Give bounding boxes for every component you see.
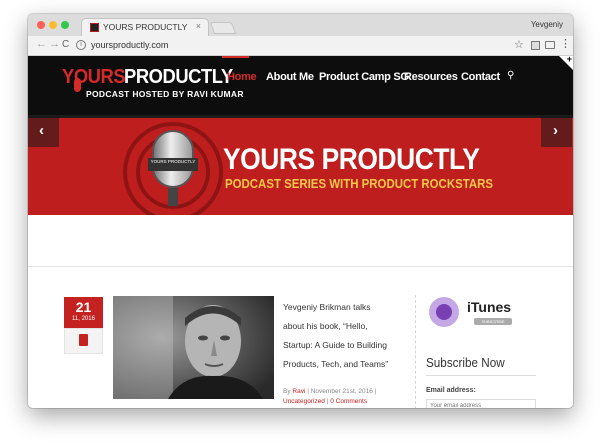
- tab-title: YOURS PRODUCTLY: [103, 22, 188, 32]
- chevron-left-icon[interactable]: ‹: [39, 122, 44, 139]
- close-window-button[interactable]: [37, 21, 45, 29]
- itunes-label[interactable]: iTunes: [467, 299, 511, 315]
- tab-strip: YOURS PRODUCTLY × Yevgeniy: [28, 14, 573, 36]
- sidebar-divider: [415, 295, 416, 408]
- nav-resources[interactable]: Resources: [404, 71, 458, 83]
- meta-author-link[interactable]: Ravi: [292, 388, 305, 395]
- forward-icon[interactable]: →: [49, 38, 60, 50]
- browser-menu-icon[interactable]: ⋮: [560, 37, 571, 50]
- logo-subtitle: PODCAST HOSTED BY RAVI KUMAR: [86, 89, 244, 99]
- nav-contact[interactable]: Contact: [461, 71, 500, 83]
- profile-name[interactable]: Yevgeniy: [531, 20, 563, 29]
- subscribe-divider: [426, 375, 536, 376]
- email-label: Email address:: [426, 387, 476, 394]
- favicon-icon: [90, 23, 99, 32]
- nav-about-me[interactable]: About Me: [266, 71, 314, 83]
- chevron-right-icon[interactable]: ›: [553, 122, 558, 139]
- hero-banner: YOURS PRODUCTLY YOURS PRODUCTLY PODCAST …: [28, 118, 573, 215]
- nav-product-camp-sg[interactable]: Product Camp SG: [319, 71, 409, 83]
- itunes-icon-center: [436, 304, 452, 320]
- browser-tab[interactable]: YOURS PRODUCTLY ×: [81, 18, 209, 36]
- meta-comments-link[interactable]: 0 Comments: [330, 398, 367, 405]
- post-date-month-year: 11, 2016: [72, 316, 95, 322]
- mic-stand: [168, 188, 178, 206]
- back-icon[interactable]: ←: [36, 38, 47, 50]
- address-bar[interactable]: yoursproductly.com: [91, 40, 168, 50]
- subscribe-heading: Subscribe Now: [426, 355, 505, 370]
- banner-title: YOURS PRODUCTLY: [223, 143, 480, 176]
- extension-icon[interactable]: [531, 41, 540, 50]
- new-tab-button[interactable]: [209, 22, 237, 34]
- page-viewport: YOURS PRODUCTLY PODCAST HOSTED BY RAVI K…: [28, 56, 573, 408]
- nav-home[interactable]: Home: [227, 71, 257, 83]
- nav-active-indicator: [222, 56, 249, 58]
- reload-icon[interactable]: C: [62, 39, 69, 50]
- site-header: YOURS PRODUCTLY PODCAST HOSTED BY RAVI K…: [28, 56, 573, 116]
- zoom-window-button[interactable]: [61, 21, 69, 29]
- tab-close-icon[interactable]: ×: [196, 21, 201, 31]
- meta-date: November 21st, 2016: [310, 388, 373, 395]
- search-icon[interactable]: ⚲: [507, 70, 514, 81]
- minimize-window-button[interactable]: [49, 21, 57, 29]
- logo-word-yours[interactable]: YOURS: [62, 66, 126, 89]
- mic-band-label: YOURS PRODUCTLY: [150, 159, 196, 164]
- logo-mic-icon: [74, 78, 81, 92]
- site-info-icon[interactable]: i: [76, 40, 86, 50]
- itunes-subscribe-button[interactable]: SUBSCRIBE: [474, 318, 512, 325]
- meta-by: By: [283, 388, 291, 395]
- banner-subtitle: PODCAST SERIES WITH PRODUCT ROCKSTARS: [225, 176, 494, 191]
- plus-icon[interactable]: +: [567, 56, 572, 64]
- cast-icon[interactable]: [545, 41, 555, 49]
- logo-word-productly[interactable]: PRODUCTLY: [124, 66, 233, 89]
- post-thumbnail[interactable]: [113, 296, 274, 399]
- post-title-link[interactable]: Yevgeniy Brikman talks about his book, “…: [283, 298, 393, 374]
- portrait-photo: [113, 296, 274, 399]
- bookmark-star-icon[interactable]: ☆: [514, 38, 524, 51]
- meta-category-link[interactable]: Uncategorized: [283, 398, 325, 405]
- content-area: 21 11, 2016 Yevgeniy Brikman talks about…: [28, 266, 573, 408]
- email-field[interactable]: [426, 399, 536, 408]
- post-date-day: 21: [75, 299, 92, 315]
- book-icon: [79, 334, 88, 346]
- browser-window: YOURS PRODUCTLY × Yevgeniy ← → C i yours…: [28, 14, 573, 408]
- browser-toolbar: ← → C i yoursproductly.com ☆ ⋮: [28, 36, 573, 56]
- post-meta: By Ravi | November 21st, 2016 | Uncatego…: [283, 388, 377, 405]
